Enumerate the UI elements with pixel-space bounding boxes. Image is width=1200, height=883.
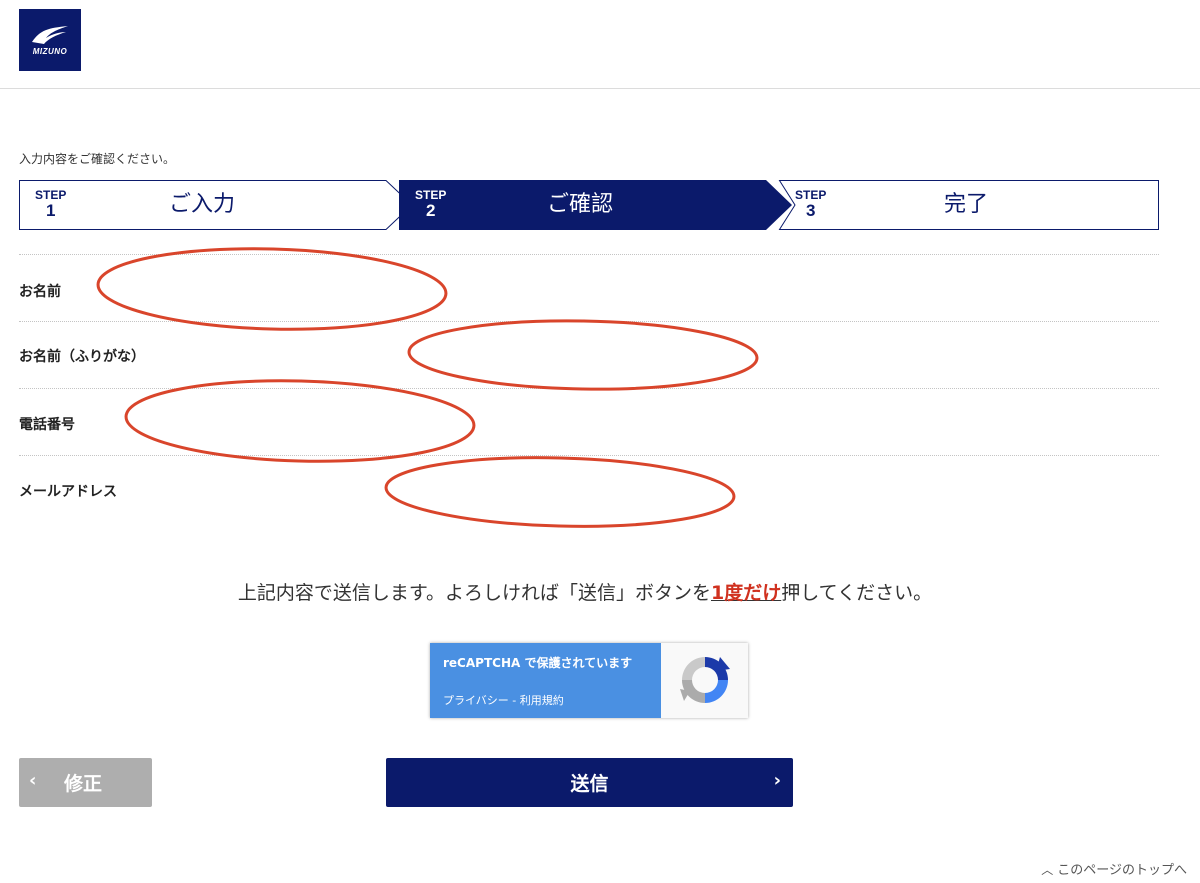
step-1: STEP 1 ご入力 <box>19 180 414 230</box>
submit-button[interactable]: 送信 › <box>386 758 793 807</box>
step-1-label: ご入力 <box>169 192 236 217</box>
step-3-label: 完了 <box>944 192 989 217</box>
recaptcha-badge: reCAPTCHA で保護されています プライバシー - 利用規約 <box>430 643 748 718</box>
recaptcha-info: reCAPTCHA で保護されています プライバシー - 利用規約 <box>430 643 661 718</box>
edit-button[interactable]: ‹ 修正 <box>19 758 152 807</box>
notice-emphasis: 1度だけ <box>711 582 782 604</box>
intro-text: 入力内容をご確認ください。 <box>19 152 176 166</box>
mizuno-logo[interactable]: MIZUNO <box>19 9 81 71</box>
field-label-name: お名前 <box>19 284 61 300</box>
submit-button-label: 送信 <box>570 773 609 795</box>
site-header: MIZUNO <box>0 0 1200 89</box>
step-1-tag: STEP 1 <box>35 188 67 220</box>
notice-text-before: 上記内容で送信します。よろしければ「送信」ボタンを <box>237 582 711 604</box>
field-label-furigana: お名前（ふりがな） <box>19 349 145 365</box>
notice-text-after: 押してください。 <box>781 582 933 604</box>
step-3-tag: STEP 3 <box>795 188 827 220</box>
redaction-circle-email <box>384 456 736 528</box>
recaptcha-privacy-link[interactable]: プライバシー <box>443 694 509 707</box>
recaptcha-protected-text: reCAPTCHA で保護されています <box>443 656 633 670</box>
field-label-email: メールアドレス <box>19 484 117 500</box>
field-label-phone: 電話番号 <box>19 417 75 433</box>
logo-text: MIZUNO <box>32 47 68 56</box>
chevron-left-icon: ‹ <box>29 770 37 791</box>
submit-notice: 上記内容で送信します。よろしければ「送信」ボタンを1度だけ押してください。 <box>0 578 1170 605</box>
step-2-label: ご確認 <box>547 192 614 217</box>
step-indicator: STEP 1 ご入力 STEP 2 ご確認 STEP 3 完了 <box>19 180 1159 230</box>
chevron-up-icon: ︿ <box>1041 863 1054 877</box>
recaptcha-logo-icon <box>680 657 730 703</box>
step-3: STEP 3 完了 <box>778 180 1159 230</box>
chevron-right-icon: › <box>773 770 781 791</box>
runbird-icon <box>32 26 68 44</box>
recaptcha-links: プライバシー - 利用規約 <box>443 694 564 707</box>
step-2: STEP 2 ご確認 <box>399 180 799 230</box>
edit-button-label: 修正 <box>64 773 103 795</box>
back-to-top-link[interactable]: ︿ このページのトップへ <box>1041 859 1187 878</box>
recaptcha-terms-link[interactable]: 利用規約 <box>520 694 564 707</box>
step-2-tag: STEP 2 <box>415 188 447 220</box>
back-to-top-label: このページのトップへ <box>1057 863 1187 878</box>
redaction-circle-name <box>96 247 448 331</box>
